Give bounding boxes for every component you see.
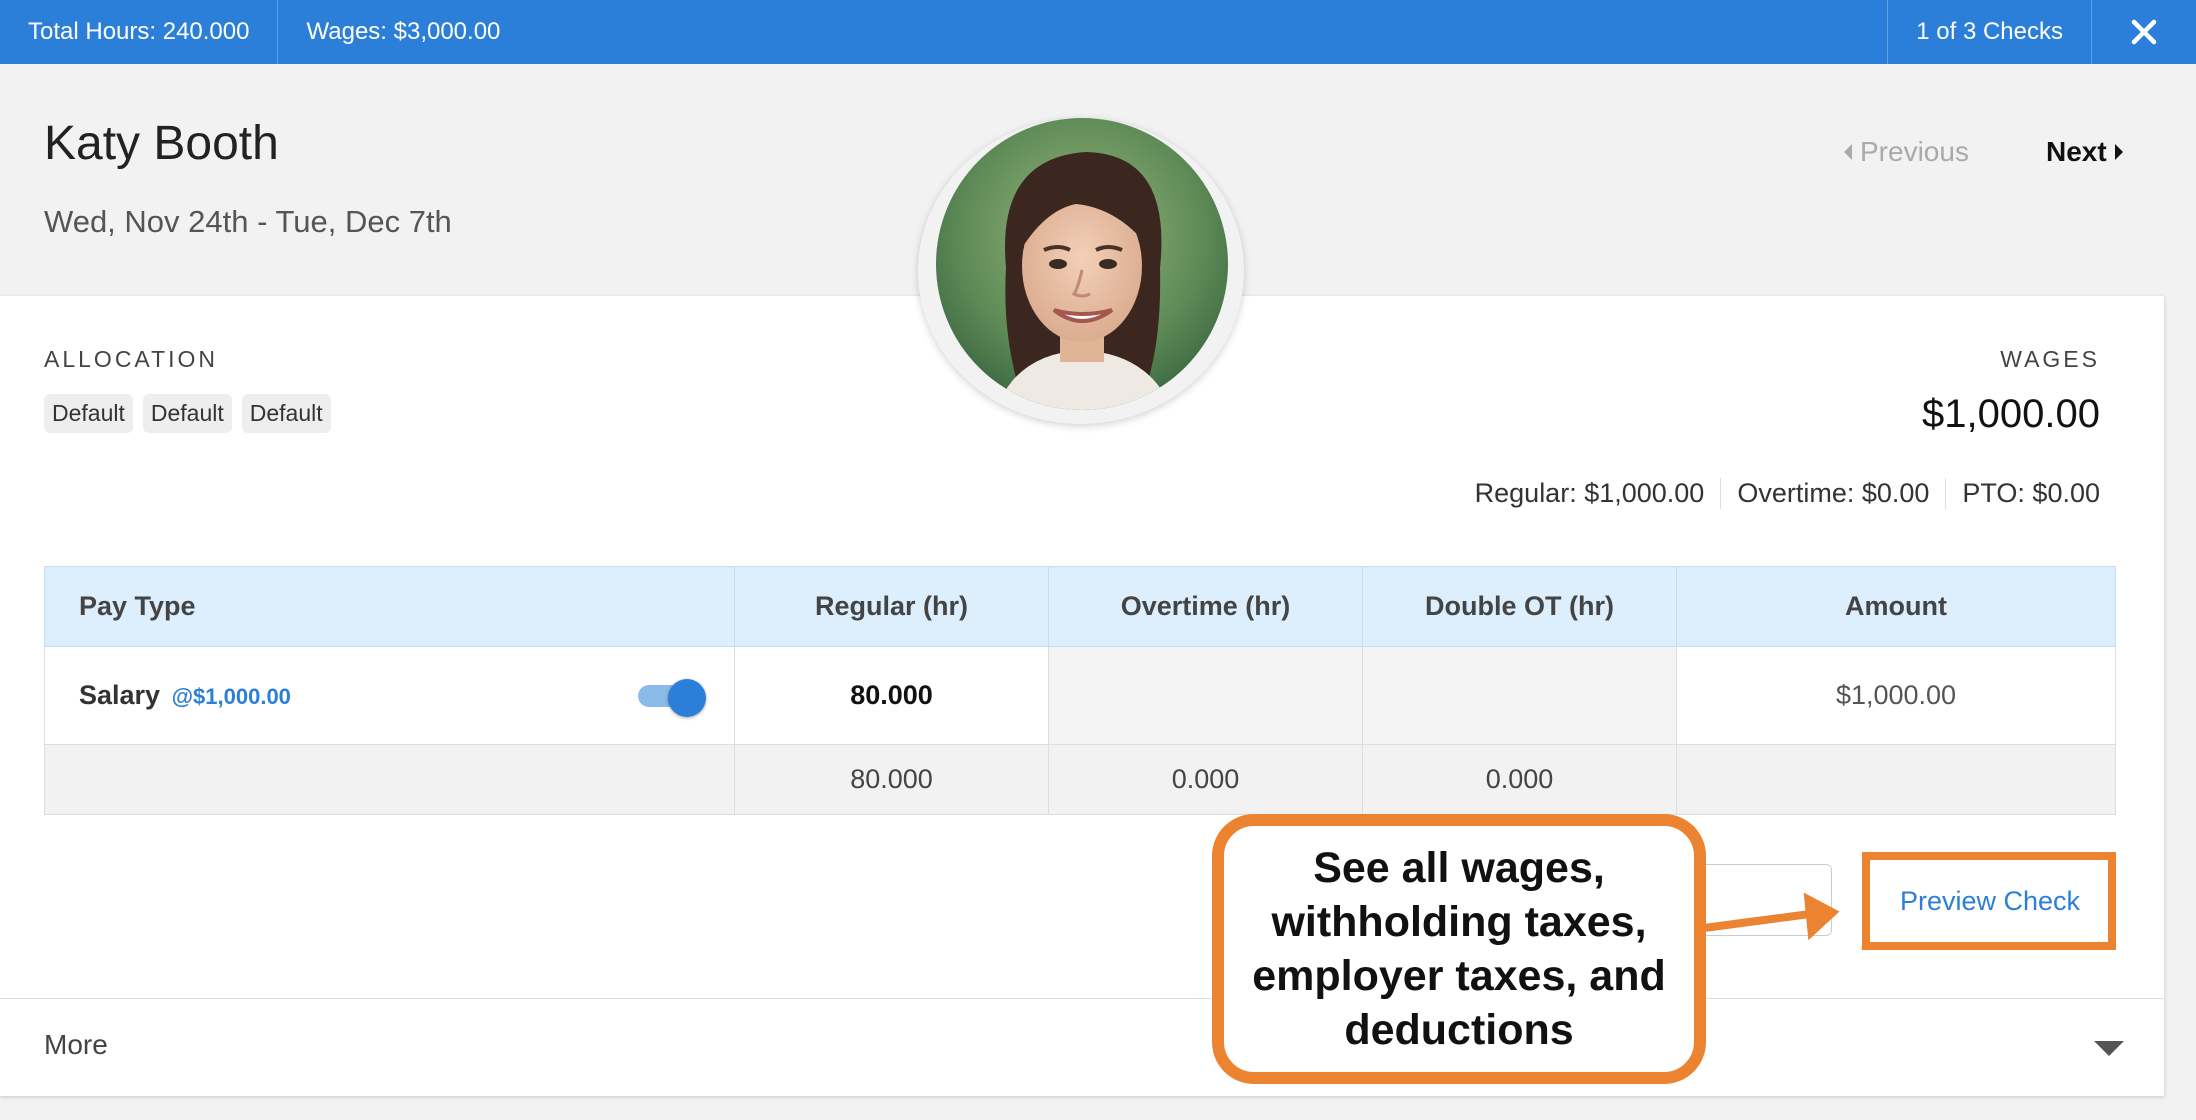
total-wages: Wages: $3,000.00 — [306, 18, 501, 45]
column-header-amount: Amount — [1676, 566, 2116, 647]
preview-check-button[interactable]: Preview Check — [1884, 862, 2096, 940]
total-hours: Total Hours: 240.000 — [0, 0, 279, 64]
chevron-right-icon — [2114, 144, 2123, 160]
total-overtime: 0.000 — [1048, 744, 1363, 815]
total-double-ot: 0.000 — [1362, 744, 1677, 815]
wages-label: WAGES — [2000, 346, 2100, 372]
salary-toggle[interactable] — [636, 679, 706, 717]
more-label: More — [44, 1029, 108, 1060]
allocation-chip: Default — [142, 394, 232, 433]
overtime-wages: Overtime: $0.00 — [1720, 478, 1945, 509]
callout-annotation: See all wages, withholding taxes, employ… — [1212, 814, 1706, 1084]
regular-wages: Regular: $1,000.00 — [1474, 478, 1705, 508]
pay-table: Pay Type Regular (hr) Overtime (hr) Doub… — [44, 566, 2116, 815]
pay-type-name: Salary — [79, 680, 161, 710]
allocation-chip: Default — [44, 394, 133, 433]
total-regular: 80.000 — [734, 744, 1049, 815]
column-header-overtime: Overtime (hr) — [1048, 566, 1363, 647]
callout-text: See all wages, withholding taxes, employ… — [1252, 844, 1666, 1054]
allocation-chips: Default Default Default — [44, 394, 331, 433]
allocation-label: ALLOCATION — [44, 346, 218, 372]
table-header-row: Pay Type Regular (hr) Overtime (hr) Doub… — [44, 566, 2116, 647]
pay-period: Wed, Nov 24th - Tue, Dec 7th — [44, 204, 452, 239]
column-header-regular: Regular (hr) — [734, 566, 1049, 647]
more-section[interactable]: More — [0, 998, 2164, 1096]
employee-name: Katy Booth — [44, 117, 279, 170]
total-amount — [1676, 744, 2116, 815]
double-ot-hours-cell — [1362, 646, 1677, 745]
pay-type-cell: Salary @$1,000.00 — [44, 646, 735, 745]
secondary-button[interactable] — [1700, 864, 1832, 936]
wages-amount: $1,000.00 — [1922, 392, 2100, 436]
amount-cell: $1,000.00 — [1676, 646, 2116, 745]
table-row: Salary @$1,000.00 80.000 $1,000.00 — [44, 646, 2116, 745]
allocation-chip: Default — [241, 394, 331, 433]
chevron-down-icon[interactable] — [2094, 1041, 2124, 1056]
next-label: Next — [2046, 136, 2107, 167]
avatar — [936, 118, 1228, 410]
close-icon[interactable] — [2131, 19, 2157, 45]
previous-button[interactable]: Previous — [1842, 136, 1969, 168]
check-counter: 1 of 3 Checks — [1887, 0, 2092, 64]
toggle-knob — [668, 679, 706, 717]
chevron-left-icon — [1844, 144, 1852, 160]
pto-wages: PTO: $0.00 — [1945, 478, 2100, 509]
close-button[interactable] — [2092, 0, 2196, 64]
wages-breakdown: Regular: $1,000.00 Overtime: $0.00 PTO: … — [1459, 478, 2100, 509]
totals-label-cell — [44, 744, 735, 815]
column-header-pay-type: Pay Type — [44, 566, 735, 647]
pay-rate: @$1,000.00 — [171, 684, 291, 709]
previous-label: Previous — [1860, 136, 1969, 167]
totals-row: 80.000 0.000 0.000 — [44, 744, 2116, 815]
column-header-double-ot: Double OT (hr) — [1362, 566, 1677, 647]
next-button[interactable]: Next — [2046, 136, 2125, 168]
regular-hours-input[interactable]: 80.000 — [734, 646, 1049, 745]
overtime-hours-cell — [1048, 646, 1363, 745]
top-bar: Total Hours: 240.000 Wages: $3,000.00 1 … — [0, 0, 2196, 64]
